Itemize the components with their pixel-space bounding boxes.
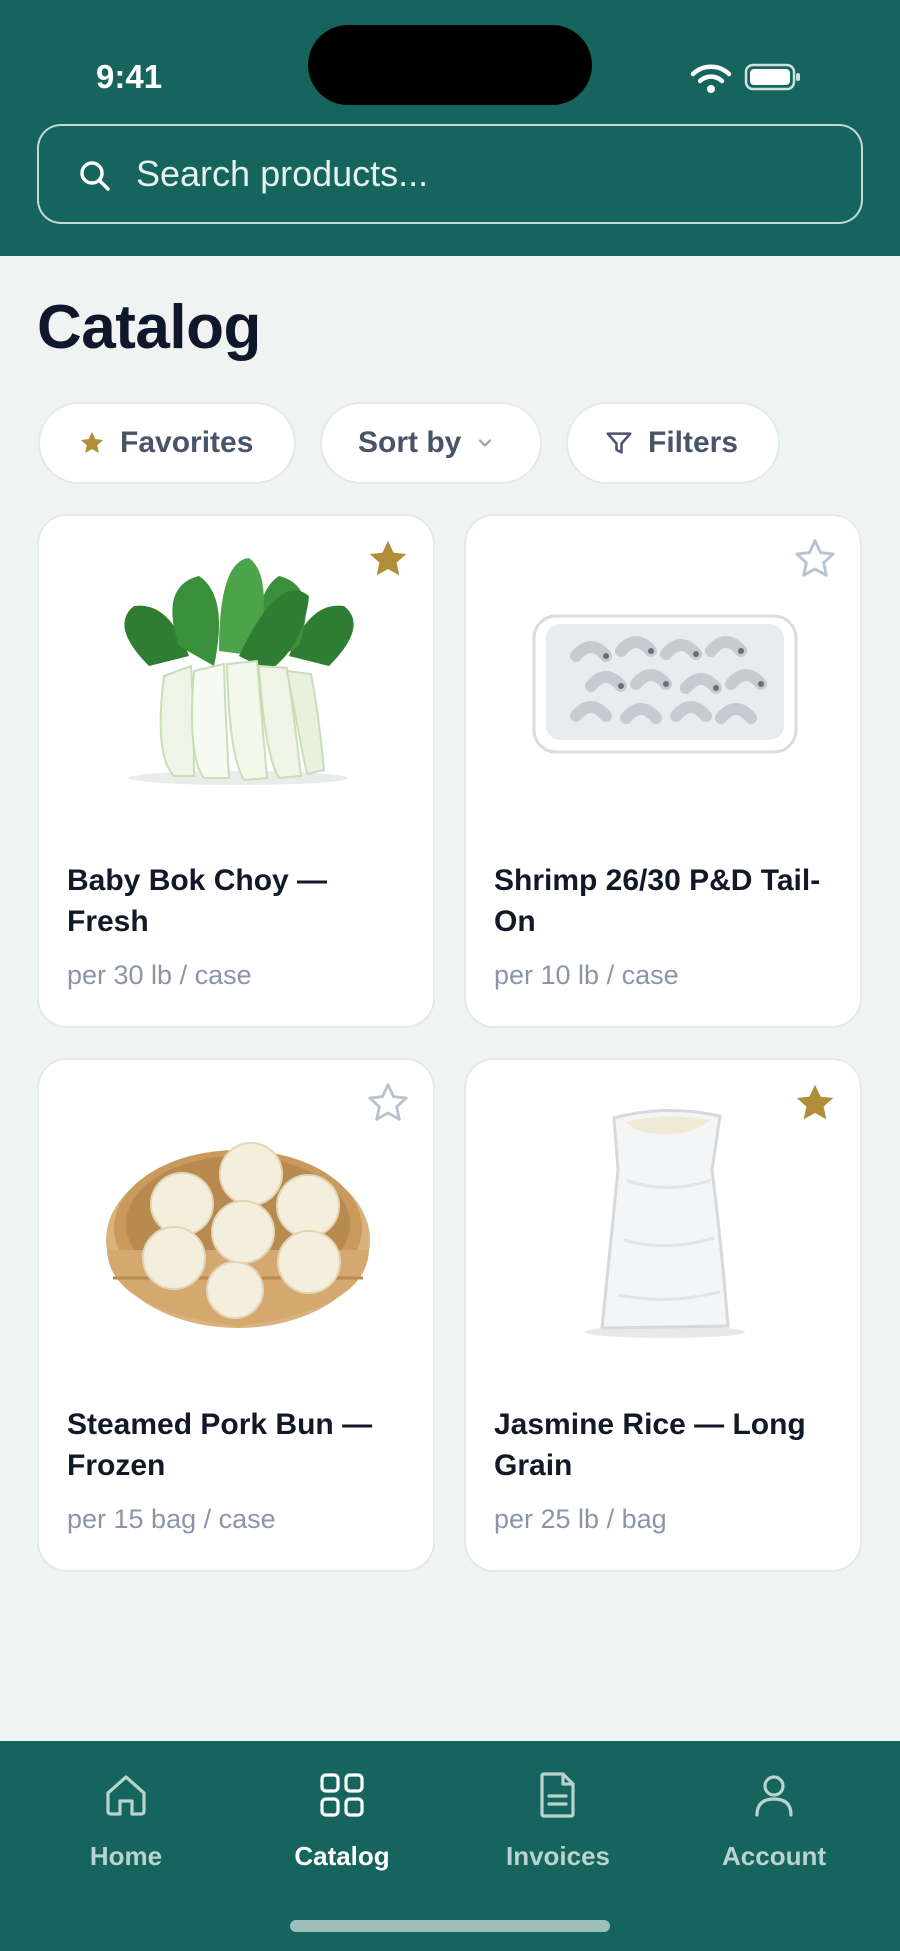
product-unit: per 15 bag / case — [67, 1504, 276, 1534]
pork-buns-steamer-image — [106, 1142, 370, 1328]
search-bar[interactable] — [37, 124, 863, 224]
favorite-star-outline-icon[interactable] — [365, 1080, 411, 1126]
favorites-chip[interactable]: Favorites — [38, 402, 296, 484]
bok-choy-image — [124, 558, 354, 785]
home-indicator[interactable] — [290, 1920, 610, 1932]
product-unit: per 30 lb / case — [67, 960, 252, 990]
nav-item-invoices[interactable]: Invoices — [468, 1769, 648, 1872]
product-name: Steamed Pork Bun — Frozen — [67, 1408, 373, 1482]
nav-label-catalog: Catalog — [294, 1841, 390, 1871]
wifi-icon — [690, 64, 732, 93]
chevron-down-icon — [479, 439, 492, 447]
app-header: 9:41 — [0, 0, 900, 256]
nav-label-invoices: Invoices — [505, 1841, 611, 1871]
search-input[interactable] — [136, 148, 816, 200]
status-time: 9:41 — [96, 58, 163, 95]
nav-item-home[interactable]: Home — [36, 1769, 216, 1872]
dynamic-island — [308, 25, 592, 105]
product-unit: per 25 lb / bag — [494, 1504, 667, 1534]
star-icon — [80, 431, 104, 453]
product-card[interactable]: Baby Bok Choy — Fresh per 30 lb / case — [37, 514, 435, 1028]
filter-icon — [606, 432, 632, 454]
search-icon — [80, 161, 110, 191]
document-icon — [540, 1772, 575, 1818]
product-card[interactable]: Jasmine Rice — Long Grain per 25 lb / ba… — [464, 1058, 862, 1572]
favorite-star-icon[interactable] — [365, 536, 411, 582]
nav-label-account: Account — [722, 1841, 826, 1871]
grid-icon — [320, 1773, 364, 1817]
nav-item-account[interactable]: Account — [684, 1769, 864, 1872]
product-name: Shrimp 26/30 P&D Tail-On — [494, 864, 821, 938]
product-card[interactable]: Steamed Pork Bun — Frozen per 15 bag / c… — [37, 1058, 435, 1572]
product-card[interactable]: Shrimp 26/30 P&D Tail-On per 10 lb / cas… — [464, 514, 862, 1028]
filters-chip[interactable]: Filters — [566, 402, 780, 484]
product-name: Baby Bok Choy — Fresh — [67, 864, 328, 938]
filters-chip-label: Filters — [648, 426, 739, 459]
product-name: Jasmine Rice — Long Grain — [494, 1408, 806, 1482]
sort-by-chip[interactable]: Sort by — [320, 402, 542, 484]
favorites-chip-label: Favorites — [120, 426, 254, 459]
page-title: Catalog — [37, 293, 261, 362]
favorite-star-outline-icon[interactable] — [792, 536, 838, 582]
rice-sack-image — [585, 1108, 745, 1338]
product-unit: per 10 lb / case — [494, 960, 679, 990]
favorite-star-icon[interactable] — [792, 1080, 838, 1126]
home-icon — [106, 1775, 146, 1816]
nav-item-catalog[interactable]: Catalog — [252, 1769, 432, 1872]
nav-label-home: Home — [89, 1841, 163, 1871]
shrimp-tray-image — [532, 614, 798, 754]
person-icon — [755, 1775, 793, 1817]
battery-icon — [744, 63, 800, 91]
sort-by-chip-label: Sort by — [358, 426, 462, 459]
